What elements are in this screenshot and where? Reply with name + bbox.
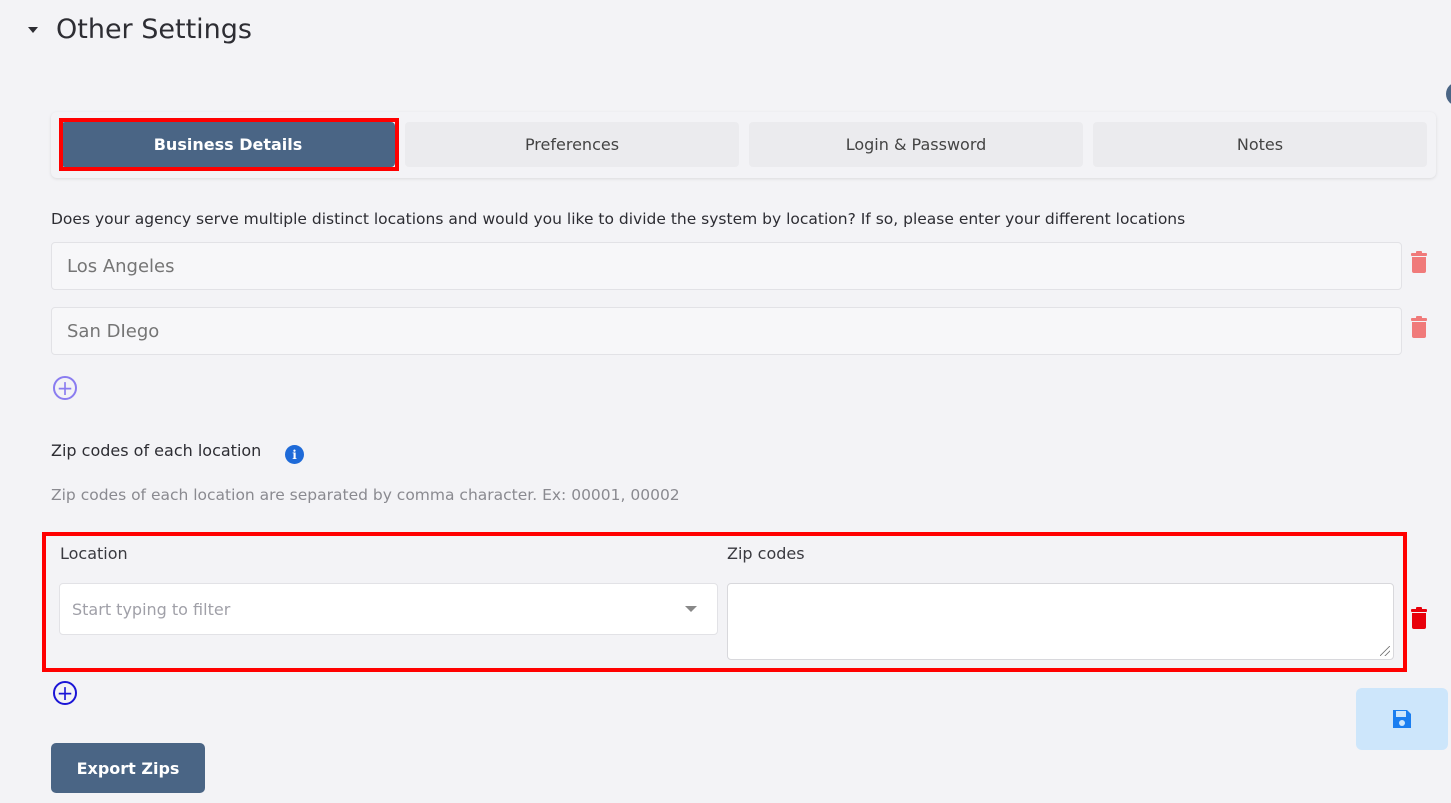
trash-icon[interactable] <box>1411 316 1427 338</box>
info-icon[interactable]: i <box>285 445 304 464</box>
tab-preferences[interactable]: Preferences <box>405 122 739 167</box>
location-input-1[interactable] <box>51 242 1402 290</box>
zip-codes-title: Zip codes of each location <box>51 441 262 460</box>
locations-question: Does your agency serve multiple distinct… <box>51 210 1186 228</box>
zip-codes-help: Zip codes of each location are separated… <box>51 486 680 504</box>
tab-notes[interactable]: Notes <box>1093 122 1427 167</box>
trash-icon[interactable] <box>1411 251 1427 273</box>
scroll-indicator <box>1446 82 1451 106</box>
trash-icon[interactable] <box>1411 607 1427 629</box>
add-location-icon[interactable]: + <box>53 376 77 400</box>
chevron-down-icon[interactable] <box>685 606 697 612</box>
zip-codes-textarea[interactable] <box>727 583 1394 660</box>
location-input-2[interactable] <box>51 307 1402 355</box>
export-zips-button[interactable]: Export Zips <box>51 743 205 793</box>
zip-codes-column-label: Zip codes <box>727 544 805 563</box>
section-header[interactable]: Other Settings <box>28 14 252 45</box>
tab-business-details[interactable]: Business Details <box>61 122 395 167</box>
location-select-placeholder: Start typing to filter <box>72 599 231 619</box>
location-select[interactable]: Start typing to filter <box>59 583 718 635</box>
section-title: Other Settings <box>56 14 252 45</box>
resize-grip-icon[interactable] <box>1380 646 1390 656</box>
add-zip-row-icon[interactable]: + <box>53 681 77 705</box>
floppy-disk-icon <box>1393 710 1411 728</box>
save-button[interactable] <box>1356 688 1448 750</box>
tab-bar: Business Details Preferences Login & Pas… <box>51 112 1436 178</box>
caret-down-icon[interactable] <box>28 26 38 33</box>
location-column-label: Location <box>60 544 128 563</box>
tab-login-password[interactable]: Login & Password <box>749 122 1083 167</box>
